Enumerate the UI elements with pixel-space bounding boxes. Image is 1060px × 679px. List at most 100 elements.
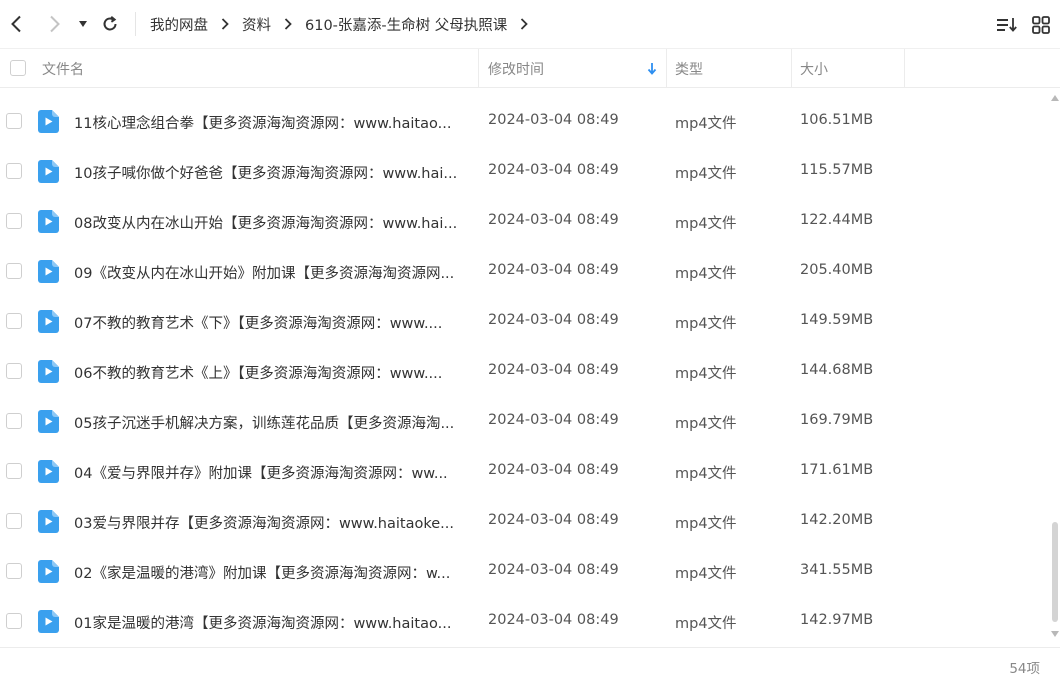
- column-size-header[interactable]: 大小: [800, 49, 905, 88]
- row-checkbox[interactable]: [6, 563, 22, 579]
- scrollbar-thumb[interactable]: [1052, 522, 1058, 622]
- file-type: mp4文件: [675, 216, 737, 232]
- file-name[interactable]: 01家是温暖的港湾【更多资源海淘资源网：www.haitao...: [74, 612, 469, 633]
- file-row[interactable]: 08改变从内在冰山开始【更多资源海淘资源网：www.hai... 2024-03…: [0, 197, 1050, 247]
- item-count: 54项: [1009, 661, 1040, 677]
- file-type: mp4文件: [675, 266, 737, 282]
- file-row[interactable]: 03爱与界限并存【更多资源海淘资源网：www.haitaoke... 2024-…: [0, 497, 1050, 547]
- chevron-left-icon: [11, 15, 21, 33]
- scroll-up-arrow-icon[interactable]: [1051, 95, 1059, 101]
- breadcrumb: 我的网盘 资料 610-张嘉添-生命树 父母执照课: [150, 12, 541, 36]
- file-row[interactable]: 10孩子喊你做个好爸爸【更多资源海淘资源网：www.hai... 2024-03…: [0, 147, 1050, 197]
- file-modified-time: 2024-03-04 08:49: [488, 612, 619, 628]
- file-type: mp4文件: [675, 416, 737, 432]
- file-size: 149.59MB: [800, 312, 874, 328]
- row-checkbox[interactable]: [6, 163, 22, 179]
- file-type: mp4文件: [675, 316, 737, 332]
- file-name[interactable]: 09《改变从内在冰山开始》附加课【更多资源海淘资源网...: [74, 262, 469, 283]
- file-modified-time: 2024-03-04 08:49: [488, 462, 619, 478]
- file-modified-time: 2024-03-04 08:49: [488, 312, 619, 328]
- column-name-header[interactable]: 文件名: [42, 49, 479, 88]
- grid-view-button[interactable]: [1028, 12, 1054, 38]
- breadcrumb-item-root[interactable]: 我的网盘: [150, 14, 208, 35]
- file-modified-time: 2024-03-04 08:49: [488, 512, 619, 528]
- toolbar-divider: [135, 12, 136, 36]
- file-type: mp4文件: [675, 466, 737, 482]
- file-name[interactable]: 02《家是温暖的港湾》附加课【更多资源海淘资源网：w...: [74, 562, 469, 583]
- sort-descending-icon: [647, 63, 657, 75]
- row-checkbox[interactable]: [6, 463, 22, 479]
- file-name[interactable]: 10孩子喊你做个好爸爸【更多资源海淘资源网：www.hai...: [74, 162, 469, 183]
- sort-button[interactable]: [994, 12, 1020, 38]
- row-checkbox[interactable]: [6, 413, 22, 429]
- breadcrumb-item-folder[interactable]: 资料: [242, 14, 271, 35]
- row-checkbox[interactable]: [6, 213, 22, 229]
- video-file-icon: [38, 510, 59, 533]
- column-type-header[interactable]: 类型: [675, 49, 792, 88]
- chevron-right-icon[interactable]: [520, 18, 529, 30]
- video-file-icon: [38, 310, 59, 333]
- file-row[interactable]: 11核心理念组合拳【更多资源海淘资源网：www.haitao... 2024-0…: [0, 97, 1050, 147]
- file-size: 171.61MB: [800, 462, 874, 478]
- row-checkbox[interactable]: [6, 613, 22, 629]
- video-file-icon: [38, 560, 59, 583]
- file-size: 142.97MB: [800, 612, 874, 628]
- file-row[interactable]: 02《家是温暖的港湾》附加课【更多资源海淘资源网：w... 2024-03-04…: [0, 547, 1050, 597]
- status-bar: 54项: [0, 647, 1060, 679]
- file-row[interactable]: 07不教的教育艺术《下》【更多资源海淘资源网：www.... 2024-03-0…: [0, 297, 1050, 347]
- file-modified-time: 2024-03-04 08:49: [488, 562, 619, 578]
- file-list: 11核心理念组合拳【更多资源海淘资源网：www.haitao... 2024-0…: [0, 97, 1050, 647]
- file-type: mp4文件: [675, 166, 737, 182]
- file-row[interactable]: 06不教的教育艺术《上》【更多资源海淘资源网：www.... 2024-03-0…: [0, 347, 1050, 397]
- row-checkbox[interactable]: [6, 513, 22, 529]
- file-modified-time: 2024-03-04 08:49: [488, 362, 619, 378]
- file-name[interactable]: 11核心理念组合拳【更多资源海淘资源网：www.haitao...: [74, 112, 469, 133]
- scroll-down-arrow-icon[interactable]: [1051, 631, 1059, 637]
- file-name[interactable]: 06不教的教育艺术《上》【更多资源海淘资源网：www....: [74, 362, 469, 383]
- file-modified-time: 2024-03-04 08:49: [488, 162, 619, 178]
- video-file-icon: [38, 610, 59, 633]
- column-header: 文件名 修改时间 类型 大小: [0, 48, 1060, 88]
- file-modified-time: 2024-03-04 08:49: [488, 112, 619, 128]
- forward-button[interactable]: [42, 11, 68, 37]
- file-row[interactable]: 05孩子沉迷手机解决方案，训练莲花品质【更多资源海淘... 2024-03-04…: [0, 397, 1050, 447]
- chevron-right-icon: [50, 15, 60, 33]
- refresh-icon: [103, 16, 117, 31]
- file-row[interactable]: 01家是温暖的港湾【更多资源海淘资源网：www.haitao... 2024-0…: [0, 597, 1050, 647]
- video-file-icon: [38, 410, 59, 433]
- file-name[interactable]: 04《爱与界限并存》附加课【更多资源海淘资源网：ww...: [74, 462, 469, 483]
- row-checkbox[interactable]: [6, 313, 22, 329]
- row-checkbox[interactable]: [6, 113, 22, 129]
- video-file-icon: [38, 160, 59, 183]
- breadcrumb-item-current[interactable]: 610-张嘉添-生命树 父母执照课: [305, 14, 507, 35]
- file-type: mp4文件: [675, 616, 737, 632]
- file-modified-time: 2024-03-04 08:49: [488, 212, 619, 228]
- video-file-icon: [38, 260, 59, 283]
- file-row[interactable]: 09《改变从内在冰山开始》附加课【更多资源海淘资源网... 2024-03-04…: [0, 247, 1050, 297]
- caret-down-icon: [79, 21, 87, 27]
- file-name[interactable]: 08改变从内在冰山开始【更多资源海淘资源网：www.hai...: [74, 212, 469, 233]
- row-checkbox[interactable]: [6, 263, 22, 279]
- history-dropdown-button[interactable]: [72, 11, 94, 37]
- file-modified-time: 2024-03-04 08:49: [488, 412, 619, 428]
- file-row[interactable]: 04《爱与界限并存》附加课【更多资源海淘资源网：ww... 2024-03-04…: [0, 447, 1050, 497]
- row-checkbox[interactable]: [6, 363, 22, 379]
- video-file-icon: [38, 110, 59, 133]
- column-type-label: 类型: [675, 61, 703, 78]
- file-name[interactable]: 05孩子沉迷手机解决方案，训练莲花品质【更多资源海淘...: [74, 412, 469, 433]
- refresh-button[interactable]: [97, 11, 123, 37]
- file-size: 106.51MB: [800, 112, 874, 128]
- select-all-checkbox[interactable]: [10, 60, 26, 76]
- file-name[interactable]: 03爱与界限并存【更多资源海淘资源网：www.haitaoke...: [74, 512, 469, 533]
- video-file-icon: [38, 460, 59, 483]
- video-file-icon: [38, 360, 59, 383]
- file-name[interactable]: 07不教的教育艺术《下》【更多资源海淘资源网：www....: [74, 312, 469, 333]
- chevron-right-icon: [284, 18, 292, 30]
- back-button[interactable]: [3, 11, 29, 37]
- file-size: 205.40MB: [800, 262, 874, 278]
- file-type: mp4文件: [675, 566, 737, 582]
- sort-list-icon: [997, 18, 1017, 32]
- chevron-right-icon: [221, 18, 229, 30]
- file-size: 122.44MB: [800, 212, 874, 228]
- column-modified-header[interactable]: 修改时间: [488, 49, 667, 88]
